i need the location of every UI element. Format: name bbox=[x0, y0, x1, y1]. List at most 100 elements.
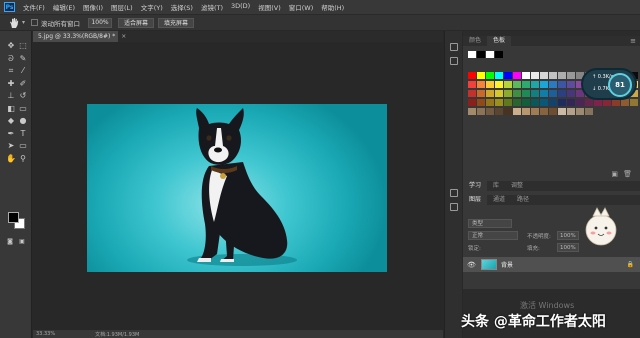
color-swatch[interactable] bbox=[558, 99, 566, 106]
hand-tool-icon[interactable] bbox=[8, 17, 20, 29]
scroll-all-windows-checkbox[interactable] bbox=[31, 19, 39, 26]
color-swatch[interactable] bbox=[567, 90, 575, 97]
menu-item[interactable]: 视图(V) bbox=[254, 2, 285, 12]
color-swatch[interactable] bbox=[486, 81, 494, 88]
color-swatch[interactable] bbox=[558, 81, 566, 88]
color-swatch[interactable] bbox=[495, 99, 503, 106]
color-swatch[interactable] bbox=[513, 108, 521, 115]
history-panel-icon[interactable] bbox=[450, 43, 458, 51]
color-swatch[interactable] bbox=[549, 108, 557, 115]
recent-swatch[interactable] bbox=[495, 51, 503, 58]
color-swatch[interactable] bbox=[612, 99, 620, 106]
fill-input[interactable]: 100% bbox=[557, 243, 579, 252]
menu-item[interactable]: 文字(Y) bbox=[137, 2, 167, 12]
color-swatch[interactable] bbox=[486, 90, 494, 97]
shape-tool-icon[interactable]: ▭ bbox=[18, 141, 28, 151]
layer-name[interactable]: 背景 bbox=[501, 260, 513, 269]
color-swatch[interactable] bbox=[468, 99, 476, 106]
color-swatch[interactable] bbox=[594, 99, 602, 106]
color-swatch[interactable] bbox=[603, 99, 611, 106]
crop-tool-icon[interactable]: ⌗ bbox=[6, 66, 16, 76]
path-select-tool-icon[interactable]: ➤ bbox=[6, 141, 16, 151]
color-swatch[interactable] bbox=[558, 72, 566, 79]
color-swatch[interactable] bbox=[522, 90, 530, 97]
color-swatch[interactable] bbox=[522, 81, 530, 88]
color-swatch[interactable] bbox=[540, 72, 548, 79]
color-swatch[interactable] bbox=[513, 90, 521, 97]
color-swatch[interactable] bbox=[576, 99, 584, 106]
color-swatch[interactable] bbox=[504, 81, 512, 88]
stamp-tool-icon[interactable]: ⊥ bbox=[6, 91, 16, 101]
color-swatch[interactable] bbox=[531, 108, 539, 115]
panel-tab[interactable]: 库 bbox=[487, 181, 505, 191]
color-swatch[interactable] bbox=[567, 99, 575, 106]
color-swatch[interactable] bbox=[522, 99, 530, 106]
tool-preset-chevron-icon[interactable]: ▾ bbox=[22, 19, 25, 26]
color-swatch[interactable] bbox=[486, 99, 494, 106]
character-panel-icon[interactable] bbox=[450, 203, 458, 211]
color-swatch[interactable] bbox=[486, 108, 494, 115]
quick-select-tool-icon[interactable]: ✎ bbox=[18, 54, 28, 64]
fill-screen-button[interactable]: 填充屏幕 bbox=[158, 17, 195, 28]
color-swatch[interactable] bbox=[522, 108, 530, 115]
color-swatch[interactable] bbox=[540, 90, 548, 97]
recent-swatch[interactable] bbox=[477, 51, 485, 58]
color-swatch[interactable] bbox=[531, 81, 539, 88]
lasso-tool-icon[interactable]: ᘐ bbox=[6, 54, 16, 64]
delete-swatch-icon[interactable]: 🗑 bbox=[623, 170, 632, 178]
color-swatch[interactable] bbox=[504, 90, 512, 97]
color-swatch[interactable] bbox=[495, 108, 503, 115]
color-swatch[interactable] bbox=[504, 108, 512, 115]
color-swatch[interactable] bbox=[522, 72, 530, 79]
menu-item[interactable]: 图像(I) bbox=[79, 2, 107, 12]
menu-item[interactable]: 图层(L) bbox=[107, 2, 137, 12]
dodge-tool-icon[interactable]: ● bbox=[18, 116, 28, 126]
zoom-tool-icon[interactable]: ⚲ bbox=[18, 154, 28, 164]
color-swatch[interactable] bbox=[576, 108, 584, 115]
type-tool-icon[interactable]: T bbox=[18, 129, 28, 139]
color-swatch[interactable] bbox=[486, 72, 494, 79]
color-swatch[interactable] bbox=[468, 90, 476, 97]
recent-swatch[interactable] bbox=[468, 51, 476, 58]
menu-item[interactable]: 滤镜(T) bbox=[197, 2, 227, 12]
screen-mode-icon[interactable]: ▣ bbox=[17, 237, 27, 247]
panel-tab[interactable]: 图层 bbox=[463, 195, 488, 205]
color-swatch[interactable] bbox=[513, 99, 521, 106]
color-swatch[interactable] bbox=[531, 90, 539, 97]
color-swatch[interactable] bbox=[621, 99, 629, 106]
blend-mode-select[interactable]: 正常 bbox=[468, 231, 518, 240]
color-swatch[interactable] bbox=[549, 99, 557, 106]
history-brush-tool-icon[interactable]: ↺ bbox=[18, 91, 28, 101]
color-swatch[interactable] bbox=[468, 72, 476, 79]
color-swatch[interactable] bbox=[540, 108, 548, 115]
menu-item[interactable]: 文件(F) bbox=[19, 2, 49, 12]
panel-tab[interactable]: 通道 bbox=[487, 195, 511, 205]
menu-item[interactable]: 帮助(H) bbox=[317, 2, 348, 12]
menu-item[interactable]: 选择(S) bbox=[167, 2, 197, 12]
layer-row-background[interactable]: 👁 背景 🔒 bbox=[463, 257, 640, 272]
photoshop-logo[interactable]: Ps bbox=[4, 2, 15, 12]
color-swatch[interactable] bbox=[477, 81, 485, 88]
color-swatch[interactable] bbox=[540, 81, 548, 88]
panel-tab[interactable]: 色板 bbox=[487, 36, 512, 46]
color-swatch[interactable] bbox=[549, 72, 557, 79]
color-swatch[interactable] bbox=[504, 72, 512, 79]
color-swatch[interactable] bbox=[531, 72, 539, 79]
network-speed-widget[interactable]: ↑ 0.3K/s ↓ 0.7K/s 81 bbox=[581, 68, 637, 100]
gradient-tool-icon[interactable]: ▭ bbox=[18, 104, 28, 114]
menu-item[interactable]: 窗口(W) bbox=[285, 2, 318, 12]
brush-settings-icon[interactable] bbox=[450, 189, 458, 197]
close-tab-icon[interactable]: × bbox=[121, 33, 126, 40]
color-swatch[interactable] bbox=[540, 99, 548, 106]
color-swatch[interactable] bbox=[495, 72, 503, 79]
recent-swatch[interactable] bbox=[486, 51, 494, 58]
new-swatch-icon[interactable]: ▣ bbox=[611, 170, 618, 178]
layer-visibility-eye-icon[interactable]: 👁 bbox=[467, 261, 477, 269]
hand-tool-icon[interactable]: ✋ bbox=[6, 154, 16, 164]
photo-canvas-image[interactable] bbox=[87, 104, 387, 272]
color-swatch[interactable] bbox=[495, 81, 503, 88]
color-swatch[interactable] bbox=[477, 108, 485, 115]
color-swatch[interactable] bbox=[513, 72, 521, 79]
marquee-tool-icon[interactable]: ⬚ bbox=[18, 41, 28, 51]
eraser-tool-icon[interactable]: ◧ bbox=[6, 104, 16, 114]
